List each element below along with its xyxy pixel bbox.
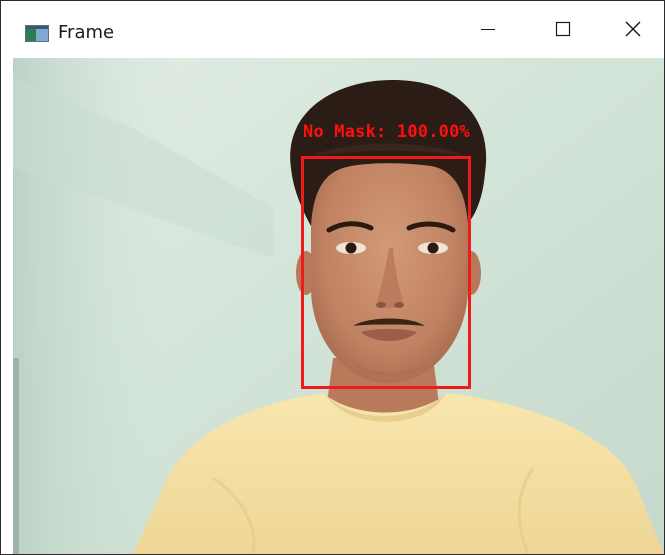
close-icon xyxy=(624,20,642,38)
webcam-video-frame: No Mask: 100.00% xyxy=(13,58,664,554)
minimize-button[interactable] xyxy=(452,1,524,57)
face-detection-box xyxy=(301,156,471,389)
minimize-icon xyxy=(480,21,496,37)
opencv-frame-window-icon xyxy=(25,25,49,42)
window-title: Frame xyxy=(58,22,115,43)
detection-label: No Mask: 100.00% xyxy=(303,122,470,142)
title-bar[interactable]: Frame xyxy=(1,1,664,57)
maximize-icon xyxy=(555,21,571,37)
frame-window: Frame No Mask: 100.00% xyxy=(0,0,665,555)
maximize-button[interactable] xyxy=(527,1,599,57)
close-button[interactable] xyxy=(602,1,664,57)
